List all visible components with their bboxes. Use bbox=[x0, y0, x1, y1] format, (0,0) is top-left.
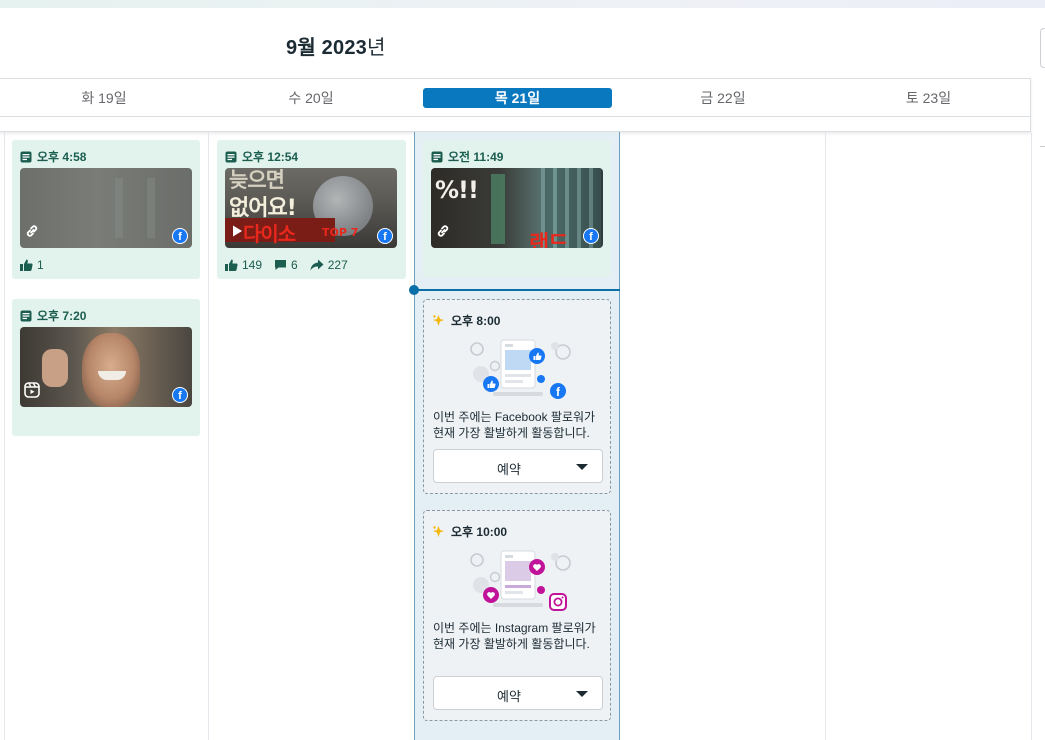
schedule-button-label: 예약 bbox=[497, 462, 521, 477]
likes-stat: 149 bbox=[225, 258, 262, 272]
caret-down-icon bbox=[576, 464, 588, 470]
view-selector-button[interactable] bbox=[1040, 28, 1045, 68]
post-icon bbox=[225, 151, 237, 162]
week-day-header-bar: 화 19일 수 20일 목 21일 금 22일 토 23일 bbox=[0, 78, 1031, 132]
facebook-icon: f bbox=[172, 387, 188, 403]
post-time: 오전 11:49 bbox=[431, 148, 503, 165]
recommended-time-card-facebook[interactable]: 오후 8:00 f 이번 주에는 Facebook 팔로워가 현재 가장 활발하… bbox=[423, 299, 611, 494]
thumbnail-shelf bbox=[491, 174, 505, 244]
post-time-label: 오후 4:58 bbox=[37, 150, 87, 164]
recommendation-text: 이번 주에는 Facebook 팔로워가 현재 가장 활발하게 활동합니다. bbox=[433, 410, 596, 440]
thumbnail-caption-4: TOP 7 bbox=[322, 226, 359, 239]
likes-stat: 1 bbox=[20, 258, 44, 272]
post-icon bbox=[20, 310, 32, 321]
recommended-time: 오후 10:00 bbox=[432, 523, 507, 540]
day-header-sat-23[interactable]: 토 23일 bbox=[826, 88, 1031, 108]
post-time: 오후 7:20 bbox=[20, 307, 86, 324]
post-card[interactable]: 오후 7:20 f bbox=[12, 299, 200, 436]
top-gradient-strip bbox=[0, 0, 1045, 8]
thumbs-up-icon bbox=[225, 259, 238, 271]
column-divider bbox=[825, 132, 826, 740]
link-icon bbox=[435, 223, 451, 244]
shares-stat: 227 bbox=[310, 258, 348, 272]
scroll-tick bbox=[1040, 146, 1045, 147]
thumbnail-face bbox=[82, 333, 140, 407]
current-time-line bbox=[414, 289, 620, 291]
facebook-icon: f bbox=[583, 228, 599, 244]
current-time-dot bbox=[409, 285, 419, 295]
calendar-header: 9월 2023년 bbox=[0, 8, 1045, 78]
post-time: 오후 12:54 bbox=[225, 148, 298, 165]
play-icon bbox=[229, 223, 245, 244]
share-icon bbox=[310, 259, 324, 271]
day-header-tue-19[interactable]: 화 19일 bbox=[0, 88, 208, 108]
link-icon bbox=[24, 223, 40, 244]
recommendation-text: 이번 주에는 Instagram 팔로워가 현재 가장 활발하게 활동합니다. bbox=[433, 621, 596, 651]
header-divider bbox=[0, 116, 1031, 117]
facebook-icon: f bbox=[377, 228, 393, 244]
post-icon bbox=[431, 151, 443, 162]
recommended-time-label: 오후 10:00 bbox=[451, 525, 508, 539]
column-divider bbox=[4, 132, 5, 740]
comments-stat: 6 bbox=[274, 258, 298, 272]
sparkle-star-icon bbox=[433, 526, 444, 537]
post-time: 오후 4:58 bbox=[20, 148, 86, 165]
column-divider bbox=[208, 132, 209, 740]
recommended-time-card-instagram[interactable]: 오후 10:00 이번 주에는 Instagram 팔로워가 현재 가장 활발하… bbox=[423, 510, 611, 721]
post-card[interactable]: 오전 11:49 %!! 랜드 f bbox=[423, 140, 611, 277]
post-time-label: 오전 11:49 bbox=[448, 150, 504, 164]
schedule-button[interactable]: 예약 bbox=[433, 676, 603, 710]
comment-icon bbox=[275, 260, 287, 270]
facebook-icon: f bbox=[172, 228, 188, 244]
reels-icon bbox=[24, 382, 40, 403]
thumbs-up-icon bbox=[20, 259, 33, 271]
post-thumbnail[interactable]: %!! 랜드 f bbox=[431, 168, 603, 248]
thumbnail-faded-letter bbox=[115, 178, 155, 238]
day-header-wed-20[interactable]: 수 20일 bbox=[208, 88, 414, 108]
post-card[interactable]: 오후 12:54 늦으면 없어요! 다이소 TOP 7 f 149 6 227 bbox=[217, 140, 406, 279]
thumbnail-hand bbox=[42, 349, 68, 387]
post-stats: 149 6 227 bbox=[225, 258, 348, 272]
post-thumbnail[interactable]: f bbox=[20, 327, 192, 407]
recommended-time: 오후 8:00 bbox=[432, 312, 500, 329]
day-header-thu-21-today[interactable]: 목 21일 bbox=[423, 88, 612, 108]
instagram-activity-illustration bbox=[470, 550, 571, 611]
schedule-button-label: 예약 bbox=[497, 689, 521, 704]
thumbnail-caption-2: 랜드 bbox=[529, 232, 568, 248]
caret-down-icon bbox=[576, 691, 588, 697]
post-stats: 1 bbox=[20, 258, 44, 272]
recommended-time-label: 오후 8:00 bbox=[451, 314, 501, 328]
thumbnail-caption-3: 다이소 bbox=[243, 222, 296, 246]
post-time-label: 오후 7:20 bbox=[37, 309, 87, 323]
schedule-button[interactable]: 예약 bbox=[433, 449, 603, 483]
post-icon bbox=[20, 151, 32, 162]
post-card[interactable]: 오후 4:58 f 1 bbox=[12, 140, 200, 279]
day-header-fri-22[interactable]: 금 22일 bbox=[620, 88, 826, 108]
facebook-activity-illustration: f bbox=[470, 339, 571, 399]
post-time-label: 오후 12:54 bbox=[242, 150, 299, 164]
sparkle-star-icon bbox=[433, 315, 444, 326]
thumbnail-caption-1: %!! bbox=[435, 176, 479, 204]
post-thumbnail[interactable]: f bbox=[20, 168, 192, 248]
month-title: 9월 2023년 bbox=[286, 37, 386, 59]
calendar-right-border bbox=[1031, 132, 1032, 740]
post-thumbnail[interactable]: 늦으면 없어요! 다이소 TOP 7 f bbox=[225, 168, 397, 248]
